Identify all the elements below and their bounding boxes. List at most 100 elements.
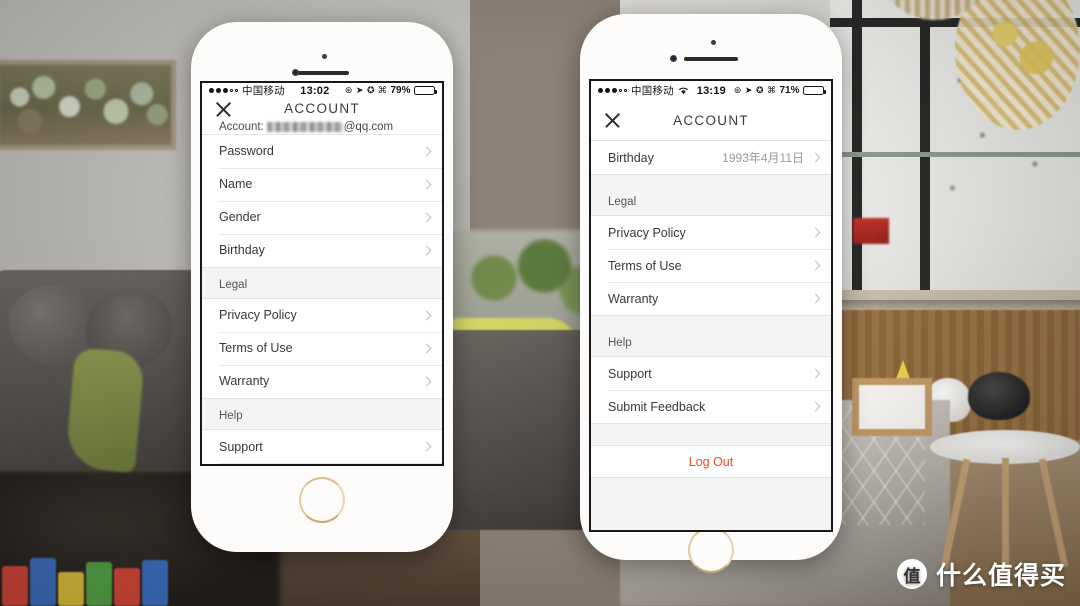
screen-left: 中国移动 13:02 ⊛ ➤ ✪ ⌘ 79% ACCOUNT Account: … bbox=[200, 81, 444, 466]
row-warranty[interactable]: Warranty bbox=[202, 364, 442, 398]
section-gap bbox=[591, 315, 831, 337]
rotation-lock-icon: ✪ bbox=[366, 85, 375, 95]
row-label: Gender bbox=[219, 210, 261, 225]
status-bar-left: 中国移动 13:02 ⊛ ➤ ✪ ⌘ 79% bbox=[202, 83, 442, 98]
account-domain-label: @qq.com bbox=[343, 120, 394, 133]
chevron-right-icon bbox=[810, 152, 821, 163]
close-icon[interactable] bbox=[603, 111, 622, 130]
row-label: Submit Feedback bbox=[608, 399, 706, 414]
account-prefix-label: Account: bbox=[219, 120, 264, 133]
row-warranty[interactable]: Warranty bbox=[591, 282, 831, 315]
row-label: Terms of Use bbox=[219, 341, 293, 356]
chevron-right-icon bbox=[810, 227, 821, 238]
front-camera-icon bbox=[292, 69, 299, 76]
chevron-right-icon bbox=[421, 212, 432, 222]
row-label: Support bbox=[219, 439, 263, 454]
status-bar-clock: 13:19 bbox=[696, 84, 726, 97]
section-gap bbox=[202, 266, 442, 279]
redacted-email-mask bbox=[266, 122, 343, 133]
chevron-right-icon bbox=[421, 442, 432, 452]
screen-right: 中国移动 13:19 ⊛ ➤ ✪ ⌘ 71% ACCOUNT Birthday … bbox=[589, 79, 833, 532]
row-support[interactable]: Support bbox=[202, 430, 442, 464]
row-privacy-policy[interactable]: Privacy Policy bbox=[202, 298, 442, 332]
row-gender[interactable]: Gender bbox=[202, 200, 442, 234]
page-title: ACCOUNT bbox=[673, 112, 749, 128]
earpiece-speaker bbox=[684, 57, 738, 61]
row-support[interactable]: Support bbox=[591, 357, 831, 390]
signal-strength-icon bbox=[209, 88, 238, 93]
chevron-right-icon bbox=[421, 146, 432, 156]
row-terms-of-use[interactable]: Terms of Use bbox=[202, 331, 442, 365]
row-divider bbox=[219, 463, 442, 464]
status-bar-right: 中国移动 13:19 ⊛ ➤ ✪ ⌘ 71% bbox=[591, 81, 831, 100]
row-label: Warranty bbox=[219, 374, 270, 389]
chevron-right-icon bbox=[810, 293, 821, 304]
bluetooth-icon: ⌘ bbox=[377, 85, 387, 95]
row-label: Birthday bbox=[608, 150, 654, 165]
watermark: 值 什么值得买 bbox=[896, 556, 1066, 592]
list-help-right: Support Submit Feedback bbox=[591, 357, 831, 423]
row-submit-feedback[interactable]: Submit Feedback bbox=[591, 390, 831, 423]
home-button[interactable] bbox=[688, 527, 734, 573]
battery-icon bbox=[803, 85, 826, 96]
chevron-right-icon bbox=[810, 260, 821, 271]
section-gap bbox=[591, 423, 831, 445]
row-birthday[interactable]: Birthday 1993年4月11日 bbox=[591, 141, 831, 174]
logout-label: Log Out bbox=[688, 454, 734, 469]
row-label: Terms of Use bbox=[608, 258, 682, 273]
bluetooth-icon: ⌘ bbox=[766, 85, 776, 95]
list-help-left: Support bbox=[202, 430, 442, 464]
alarm-icon: ⊛ bbox=[344, 85, 353, 95]
battery-icon bbox=[414, 85, 437, 96]
list-primary-left: Password Name Gender Birthday bbox=[202, 134, 442, 267]
row-label: Birthday bbox=[219, 243, 265, 258]
row-value: 1993年4月11日 bbox=[722, 151, 804, 165]
proximity-sensor-icon bbox=[711, 40, 716, 45]
chevron-right-icon bbox=[421, 179, 432, 189]
page-title: ACCOUNT bbox=[284, 101, 360, 117]
iphone-left: 中国移动 13:02 ⊛ ➤ ✪ ⌘ 79% ACCOUNT Account: … bbox=[188, 19, 456, 555]
chevron-right-icon bbox=[810, 368, 821, 379]
watermark-text: 什么值得买 bbox=[935, 562, 1066, 590]
section-gap bbox=[202, 397, 442, 411]
iphone-right: 中国移动 13:19 ⊛ ➤ ✪ ⌘ 71% ACCOUNT Birthday … bbox=[577, 11, 845, 573]
battery-percent-label: 79% bbox=[390, 85, 411, 96]
close-icon[interactable] bbox=[214, 99, 233, 118]
watermark-logo-icon: 值 bbox=[896, 559, 927, 589]
signal-strength-icon bbox=[598, 88, 627, 93]
list-legal-left: Privacy Policy Terms of Use Warranty bbox=[202, 298, 442, 398]
screenshot-stage: 中国移动 13:02 ⊛ ➤ ✪ ⌘ 79% ACCOUNT Account: … bbox=[0, 0, 1080, 606]
section-header-legal: Legal bbox=[202, 278, 442, 299]
nav-bar-left: ACCOUNT bbox=[202, 98, 442, 120]
section-header-legal: Legal bbox=[591, 196, 831, 216]
location-icon: ➤ bbox=[744, 85, 753, 95]
chevron-right-icon bbox=[421, 310, 432, 321]
bg-vignette bbox=[0, 0, 1080, 606]
section-header-help: Help bbox=[591, 337, 831, 357]
carrier-label: 中国移动 bbox=[242, 85, 285, 97]
row-label: Privacy Policy bbox=[219, 308, 297, 323]
chevron-right-icon bbox=[421, 245, 432, 255]
list-primary-right: Birthday 1993年4月11日 bbox=[591, 140, 831, 174]
row-label: Warranty bbox=[608, 291, 659, 306]
nav-bar-right: ACCOUNT bbox=[591, 100, 831, 140]
row-password[interactable]: Password bbox=[202, 134, 442, 168]
proximity-sensor-icon bbox=[322, 54, 327, 59]
status-bar-clock: 13:02 bbox=[300, 84, 330, 97]
home-button[interactable] bbox=[299, 477, 345, 523]
row-terms-of-use[interactable]: Terms of Use bbox=[591, 249, 831, 282]
chevron-right-icon bbox=[421, 343, 432, 354]
row-birthday[interactable]: Birthday bbox=[202, 233, 442, 267]
row-name[interactable]: Name bbox=[202, 167, 442, 201]
wifi-icon bbox=[678, 86, 689, 95]
row-privacy-policy[interactable]: Privacy Policy bbox=[591, 216, 831, 249]
carrier-label: 中国移动 bbox=[631, 85, 674, 97]
earpiece-speaker bbox=[295, 71, 349, 75]
alarm-icon: ⊛ bbox=[733, 85, 742, 95]
list-bottom-filler bbox=[591, 478, 831, 530]
row-label: Name bbox=[219, 177, 253, 192]
logout-button[interactable]: Log Out bbox=[591, 445, 831, 478]
list-legal-right: Privacy Policy Terms of Use Warranty bbox=[591, 216, 831, 315]
rotation-lock-icon: ✪ bbox=[755, 85, 764, 95]
row-label: Support bbox=[608, 366, 652, 381]
